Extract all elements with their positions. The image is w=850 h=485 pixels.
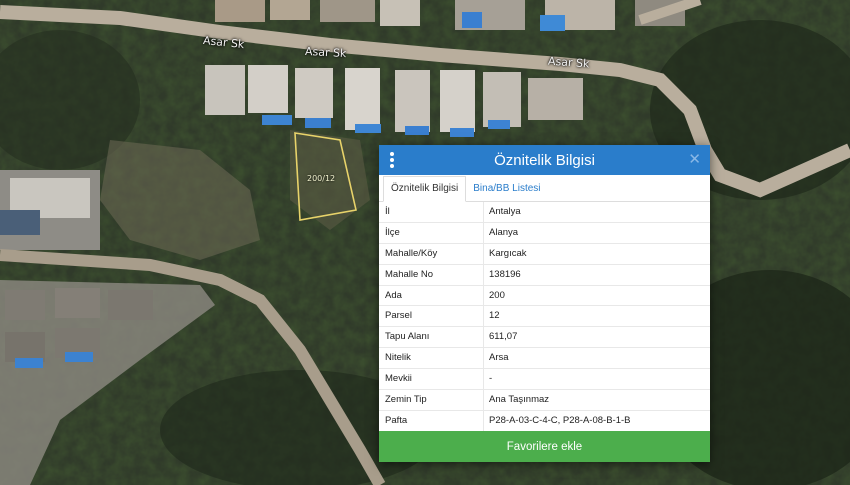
row-value: Arsa: [489, 352, 509, 364]
table-row: Tapu Alanı 611,07: [379, 327, 710, 349]
row-key: İl: [379, 202, 484, 222]
row-value: 611,07: [489, 331, 518, 343]
table-row: İlçe Alanya: [379, 222, 710, 244]
row-key: Zemin Tip: [379, 390, 484, 410]
table-row: Mahalle/Köy Kargıcak: [379, 243, 710, 265]
row-value: 138196: [489, 268, 521, 280]
row-key: Mahalle No: [379, 264, 484, 285]
row-key: Nitelik: [379, 348, 484, 369]
row-key: Mevkii: [379, 369, 484, 390]
panel-header: Öznitelik Bilgisi ✕: [379, 145, 710, 175]
road-label: Asar Sk: [547, 54, 590, 71]
row-key: İlçe: [379, 222, 484, 243]
row-value: Antalya: [489, 206, 521, 217]
table-row: Zemin Tip Ana Taşınmaz: [379, 390, 710, 411]
row-key: Mahalle/Köy: [379, 243, 484, 264]
vertical-dots-menu-icon[interactable]: [389, 152, 395, 168]
table-row: Mahalle No 138196: [379, 264, 710, 286]
row-key: Ada: [379, 285, 484, 306]
row-value: P28-A-03-C-4-C, P28-A-08-B-1-B: [489, 414, 631, 426]
row-key: Pafta: [379, 410, 484, 431]
close-icon[interactable]: ✕: [688, 150, 701, 170]
row-value: Alanya: [489, 226, 519, 238]
parcel-label: 200/12: [307, 174, 336, 183]
table-row: Nitelik Arsa: [379, 348, 710, 370]
table-row: Mevkii -: [379, 369, 710, 391]
add-to-favorites-button[interactable]: Favorilere ekle: [379, 431, 710, 462]
row-key: Parsel: [379, 306, 484, 327]
table-row: İl Antalya: [379, 202, 710, 223]
tab-building-list[interactable]: Bina/BB Listesi: [466, 177, 547, 201]
row-value: 12: [489, 310, 500, 322]
row-value: Ana Taşınmaz: [489, 394, 550, 406]
attribute-info-panel: Öznitelik Bilgisi ✕ Öznitelik Bilgisi Bi…: [379, 145, 710, 462]
panel-tabs: Öznitelik Bilgisi Bina/BB Listesi: [379, 175, 710, 202]
panel-title: Öznitelik Bilgisi: [494, 151, 595, 169]
row-value: -: [489, 373, 493, 385]
table-row: Parsel 12: [379, 306, 710, 328]
table-row: Ada 200: [379, 285, 710, 307]
row-value: Kargıcak: [489, 247, 527, 259]
row-value: 200: [489, 289, 505, 301]
row-key: Tapu Alanı: [379, 327, 484, 348]
road-label: Asar Sk: [304, 44, 347, 61]
tab-attribute-info[interactable]: Öznitelik Bilgisi: [383, 176, 467, 202]
table-row: Pafta P28-A-03-C-4-C, P28-A-08-B-1-B: [379, 410, 710, 432]
attribute-table: İl Antalya İlçe Alanya Mahalle/Köy Kargıcak…: [379, 202, 710, 432]
